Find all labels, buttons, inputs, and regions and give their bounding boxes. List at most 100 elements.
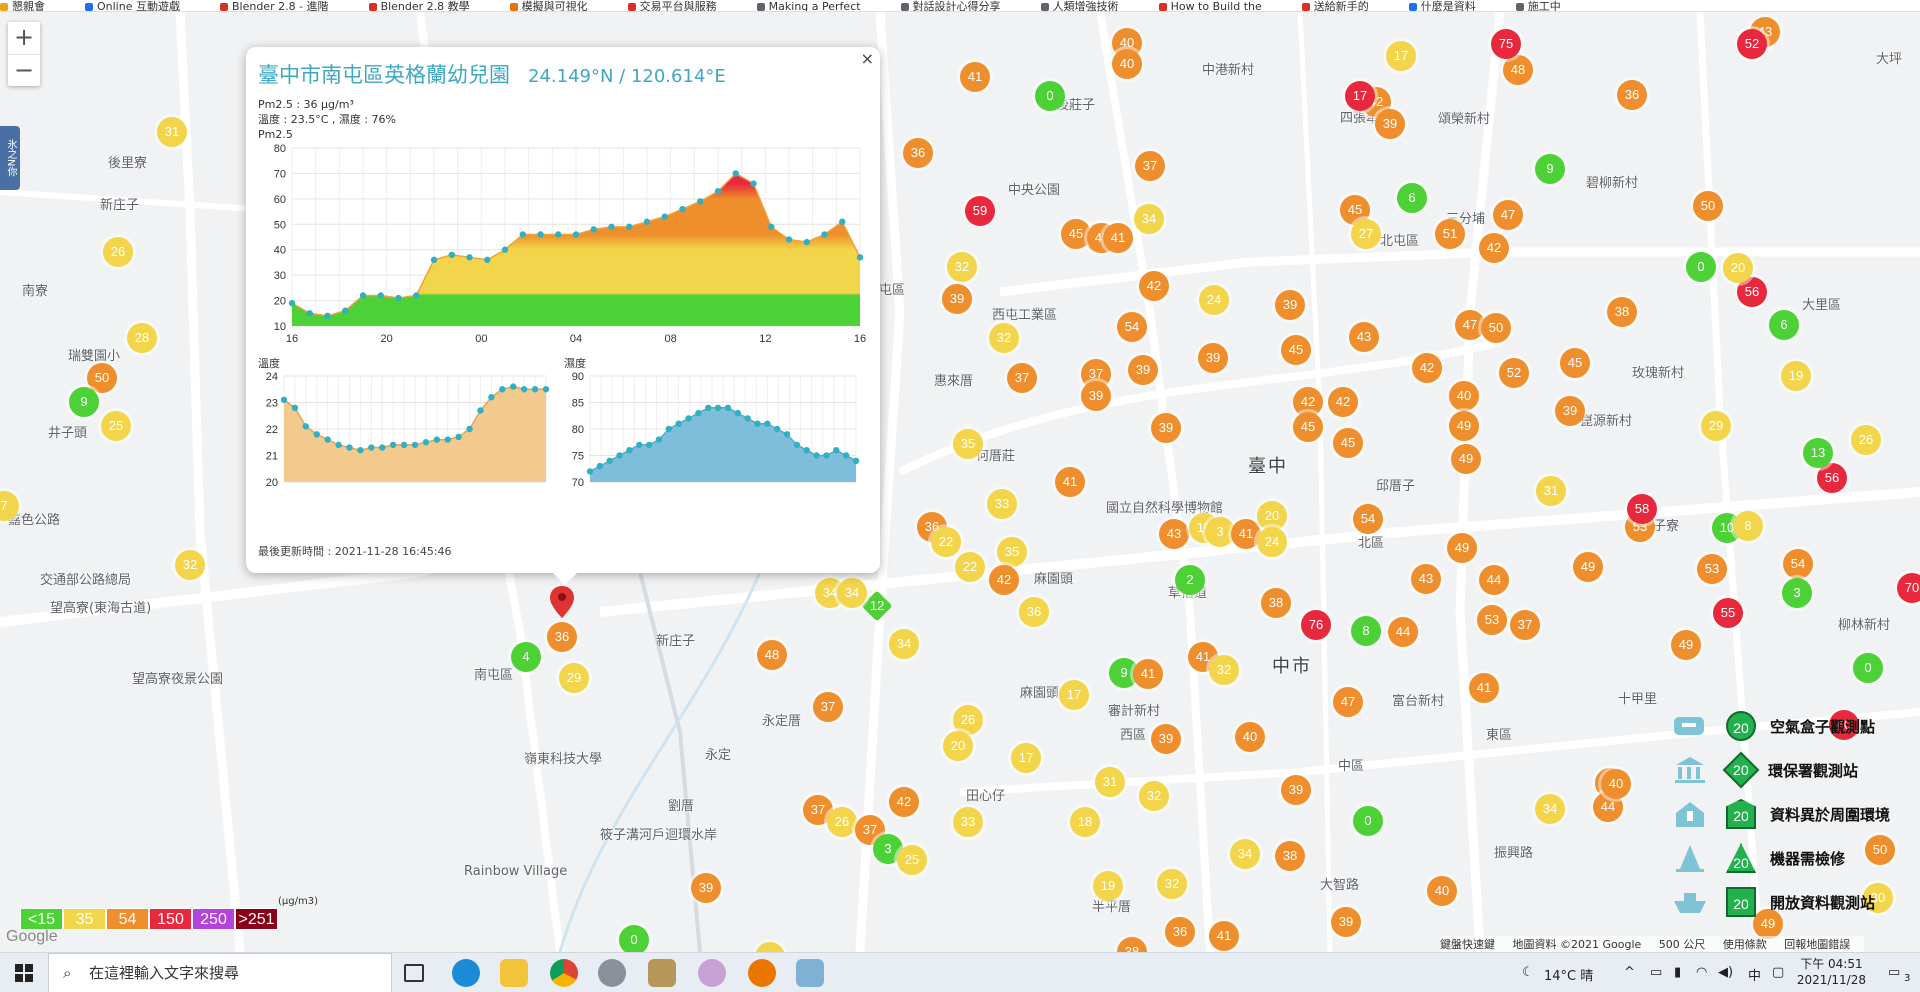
station-marker[interactable]: 49 (1447, 533, 1477, 563)
station-marker[interactable]: 39 (1375, 109, 1405, 139)
bookmark-item[interactable]: 模擬與可視化 (509, 1, 588, 11)
station-marker[interactable]: 26 (827, 807, 857, 837)
station-marker[interactable]: 9 (69, 387, 99, 417)
station-marker[interactable]: 39 (691, 873, 721, 903)
station-marker[interactable]: 32 (989, 323, 1019, 353)
zoom-out-button[interactable]: − (8, 54, 40, 86)
station-marker[interactable]: 36 (903, 138, 933, 168)
clock[interactable]: 下午 04:51 2021/11/28 (1797, 956, 1866, 988)
station-marker[interactable]: 36 (1617, 80, 1647, 110)
station-marker[interactable]: 24 (1257, 527, 1287, 557)
station-marker[interactable]: 54 (1783, 549, 1813, 579)
station-marker[interactable]: 41 (960, 62, 990, 92)
station-marker[interactable]: 55 (1713, 598, 1743, 628)
station-marker[interactable]: 43 (1411, 564, 1441, 594)
station-marker[interactable]: 19 (1781, 361, 1811, 391)
station-marker[interactable]: 8 (1351, 616, 1381, 646)
station-marker[interactable]: 35 (997, 537, 1027, 567)
terms-link[interactable]: 使用條款 (1723, 938, 1767, 951)
station-marker[interactable]: 37 (1135, 151, 1165, 181)
station-marker[interactable]: 39 (1331, 907, 1361, 937)
station-marker[interactable]: 53 (1477, 605, 1507, 635)
station-marker[interactable]: 42 (1328, 387, 1358, 417)
station-marker[interactable]: 4 (511, 642, 541, 672)
station-marker[interactable]: 40 (1449, 381, 1479, 411)
station-marker[interactable]: 49 (1671, 630, 1701, 660)
station-marker[interactable]: 75 (1491, 29, 1521, 59)
station-marker[interactable]: 49 (1451, 444, 1481, 474)
station-marker[interactable]: 18 (1070, 807, 1100, 837)
station-marker[interactable]: 49 (1573, 552, 1603, 582)
app-icon-2[interactable] (648, 959, 676, 987)
station-marker[interactable]: 39 (1275, 290, 1305, 320)
station-marker[interactable]: 44 (1479, 565, 1509, 595)
blender-icon[interactable] (748, 959, 776, 987)
station-marker[interactable]: 40 (1427, 876, 1457, 906)
bookmark-item[interactable]: 對話設計心得分享 (900, 1, 1001, 11)
weather-status[interactable]: 14°C 晴 (1544, 965, 1593, 984)
station-marker[interactable]: 42 (1139, 271, 1169, 301)
station-marker[interactable]: 8 (1733, 511, 1763, 541)
station-marker[interactable]: 39 (1198, 343, 1228, 373)
station-marker[interactable]: 47 (1333, 687, 1363, 717)
station-marker[interactable]: 39 (1081, 381, 1111, 411)
station-marker[interactable]: 29 (1701, 411, 1731, 441)
station-marker[interactable]: 27 (1351, 219, 1381, 249)
station-marker[interactable]: 35 (953, 429, 983, 459)
station-marker[interactable]: 32 (1157, 869, 1187, 899)
station-marker[interactable]: 13 (1803, 438, 1833, 468)
report-error-link[interactable]: 回報地圖錯誤 (1784, 938, 1850, 951)
station-marker[interactable]: 41 (1103, 223, 1133, 253)
bookmark-item[interactable]: 送給新手的 (1301, 1, 1369, 11)
station-marker[interactable]: 45 (1281, 335, 1311, 365)
chevron-up-icon[interactable]: ^ (1624, 965, 1635, 980)
selected-location-pin[interactable] (550, 586, 574, 618)
station-marker[interactable]: 2 (1175, 565, 1205, 595)
app-icon-1[interactable] (598, 959, 626, 987)
station-marker[interactable]: 31 (1536, 476, 1566, 506)
station-marker[interactable]: 33 (953, 807, 983, 837)
bookmark-item[interactable]: Blender 2.8 教學 (368, 1, 470, 11)
bookmark-item[interactable]: How to Build the (1158, 1, 1262, 11)
station-marker[interactable]: 17 (1011, 743, 1041, 773)
station-marker[interactable]: 39 (1151, 413, 1181, 443)
station-marker[interactable]: 38 (1261, 588, 1291, 618)
station-marker[interactable]: 31 (1095, 767, 1125, 797)
bookmark-item[interactable]: 交易平台與服務 (627, 1, 717, 11)
network-icon[interactable]: ▭ (1650, 965, 1662, 980)
station-marker[interactable]: 0 (619, 925, 649, 952)
station-marker[interactable]: 52 (1499, 358, 1529, 388)
bookmark-item[interactable]: 人類增強技術 (1040, 1, 1119, 11)
bookmark-item[interactable]: 什麼是資料 (1408, 1, 1476, 11)
station-marker[interactable]: 39 (1555, 396, 1585, 426)
station-marker[interactable]: 0 (1686, 252, 1716, 282)
start-button[interactable] (0, 953, 48, 992)
keyboard-shortcuts-link[interactable]: 鍵盤快速鍵 (1440, 938, 1495, 951)
file-explorer-icon[interactable] (500, 959, 528, 987)
notification-icon[interactable]: ▭ (1888, 965, 1900, 980)
station-marker[interactable]: 24 (1199, 285, 1229, 315)
station-marker[interactable]: 29 (559, 663, 589, 693)
station-marker[interactable]: 42 (889, 787, 919, 817)
station-marker[interactable]: 44 (1388, 617, 1418, 647)
bookmark-item[interactable]: Making a Perfect (756, 1, 861, 11)
station-marker[interactable]: 59 (965, 196, 995, 226)
bookmark-item[interactable]: Online 互動遊戲 (85, 1, 180, 11)
chrome-icon[interactable] (550, 959, 578, 987)
station-marker[interactable]: 38 (1275, 841, 1305, 871)
station-marker[interactable]: 40 (1112, 49, 1142, 79)
station-marker[interactable]: 39 (1281, 775, 1311, 805)
station-marker[interactable]: 32 (1209, 655, 1239, 685)
ime-indicator[interactable]: 中 (1748, 965, 1761, 984)
station-marker[interactable]: 31 (157, 117, 187, 147)
station-marker[interactable]: 36 (1165, 917, 1195, 947)
station-marker[interactable]: 41 (1133, 659, 1163, 689)
station-marker[interactable]: 32 (175, 550, 205, 580)
station-marker[interactable]: 17 (1386, 41, 1416, 71)
station-marker[interactable]: 40 (1601, 769, 1631, 799)
station-marker[interactable]: 20 (1723, 253, 1753, 283)
station-marker[interactable]: 42 (989, 565, 1019, 595)
station-marker[interactable]: 34 (1535, 794, 1565, 824)
station-marker[interactable]: 39 (942, 284, 972, 314)
bookmark-item[interactable]: 懇親會 (0, 1, 45, 11)
